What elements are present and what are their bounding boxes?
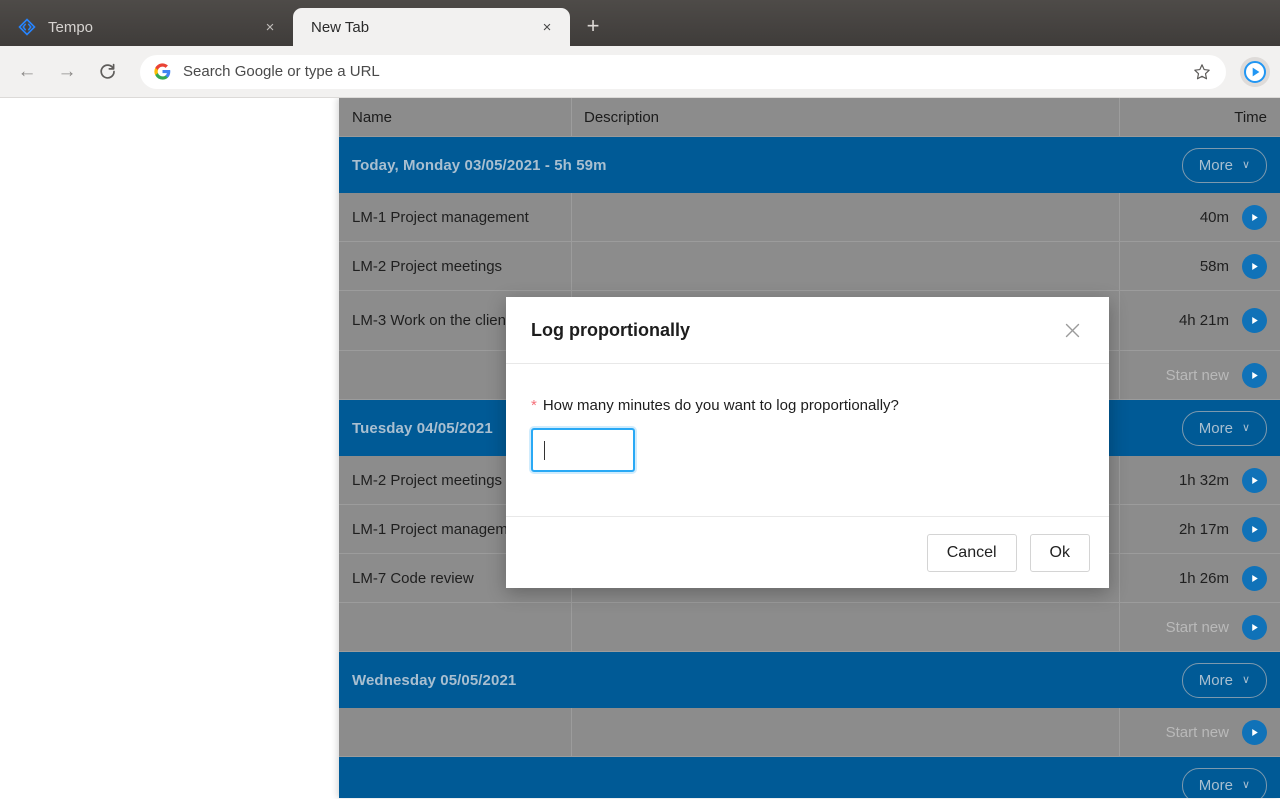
more-button-wednesday[interactable]: More ∨ [1181, 662, 1267, 698]
table-header-row: Name Description Time [339, 98, 1280, 137]
play-icon[interactable] [1242, 308, 1267, 333]
more-button-label: More [1198, 776, 1233, 794]
close-x-icon[interactable] [1060, 318, 1084, 342]
browser-tab-new-tab[interactable]: New Tab × [293, 8, 570, 46]
text-caret [544, 440, 545, 460]
entry-description-empty [572, 708, 1120, 756]
address-bar-placeholder: Search Google or type a URL [183, 63, 380, 80]
play-icon[interactable] [1242, 253, 1267, 279]
entry-name: LM-2 Project meetings [339, 242, 572, 290]
dialog-body: * How many minutes do you want to log pr… [506, 364, 1109, 516]
dialog-footer: Cancel Ok [506, 516, 1109, 588]
table-row[interactable]: LM-1 Project management 40m [339, 193, 1280, 242]
column-header-name: Name [339, 98, 572, 136]
back-icon[interactable]: ← [10, 55, 44, 89]
tab-close-icon[interactable]: × [536, 16, 558, 38]
chevron-down-icon: ∨ [1241, 158, 1250, 171]
entry-time: 40m [1199, 208, 1229, 226]
star-outline-icon[interactable] [1192, 63, 1212, 81]
more-button-label: More [1198, 156, 1233, 174]
more-button-label: More [1198, 671, 1233, 689]
entry-time: 1h 26m [1178, 569, 1229, 587]
tab-title: New Tab [311, 18, 370, 36]
entry-time: 2h 17m [1178, 520, 1229, 538]
more-button-next[interactable]: More ∨ [1181, 767, 1267, 798]
entry-name: LM-1 Project management [339, 193, 572, 241]
log-proportionally-dialog: Log proportionally * How many minutes do… [506, 297, 1109, 588]
day-title: Tuesday 04/05/2021 [352, 419, 493, 437]
required-asterisk: * [531, 397, 537, 414]
play-icon[interactable] [1242, 467, 1267, 493]
minutes-field-label: * How many minutes do you want to log pr… [531, 397, 1084, 414]
table-row[interactable]: LM-2 Project meetings 58m [339, 242, 1280, 291]
chevron-down-icon: ∨ [1241, 421, 1250, 434]
play-icon[interactable] [1242, 565, 1267, 591]
new-tab-button[interactable]: + [578, 11, 608, 41]
reload-icon[interactable] [90, 55, 124, 89]
entry-description-empty [572, 603, 1120, 651]
tab-strip: Tempo × New Tab × + [0, 0, 1280, 46]
entry-name-empty [339, 708, 572, 756]
minutes-question-text: How many minutes do you want to log prop… [542, 397, 899, 414]
day-header-wednesday: Wednesday 05/05/2021 More ∨ [339, 652, 1280, 708]
entry-time-cell: 1h 32m [1120, 456, 1280, 504]
google-g-icon [154, 63, 171, 80]
tab-title: Tempo [48, 18, 94, 36]
column-header-description: Description [572, 98, 1120, 136]
chevron-down-icon: ∨ [1241, 778, 1250, 791]
entry-time-cell: Start new [1120, 351, 1280, 399]
play-icon[interactable] [1242, 362, 1267, 388]
day-header-monday: Today, Monday 03/05/2021 - 5h 59m More ∨ [339, 137, 1280, 193]
column-header-time: Time [1234, 108, 1267, 126]
entry-time: 58m [1199, 257, 1229, 275]
chevron-down-icon: ∨ [1241, 673, 1250, 686]
entry-time-cell: 1h 26m [1120, 554, 1280, 602]
day-header-next-partial: More ∨ [339, 757, 1280, 798]
entry-time-cell: Start new [1120, 603, 1280, 651]
start-new-row[interactable]: Start new [339, 603, 1280, 652]
code-diamond-icon [18, 18, 36, 36]
tab-close-icon[interactable]: × [259, 16, 281, 38]
entry-description [572, 193, 1120, 241]
entry-time-cell: 4h 21m [1120, 291, 1280, 350]
entry-time: 4h 21m [1178, 312, 1229, 329]
entry-time-cell: 2h 17m [1120, 505, 1280, 553]
minutes-input[interactable] [531, 428, 635, 472]
entry-time-cell: 40m [1120, 193, 1280, 241]
start-new-row[interactable]: Start new [339, 708, 1280, 757]
start-new-label: Start new [1165, 618, 1229, 636]
day-title: Wednesday 05/05/2021 [352, 671, 517, 689]
start-new-label: Start new [1165, 723, 1229, 741]
browser-tab-tempo[interactable]: Tempo × [0, 8, 293, 46]
day-title: Today, Monday 03/05/2021 - 5h 59m [352, 156, 607, 174]
dialog-title: Log proportionally [531, 319, 690, 340]
browser-chrome: Tempo × New Tab × + ← → Search Google or… [0, 0, 1280, 98]
start-new-label: Start new [1165, 366, 1229, 384]
address-bar[interactable]: Search Google or type a URL [140, 54, 1226, 89]
entry-time-cell: 58m [1120, 242, 1280, 290]
dialog-header: Log proportionally [506, 297, 1109, 364]
entry-description [572, 242, 1120, 290]
play-icon[interactable] [1242, 204, 1267, 230]
more-button-monday[interactable]: More ∨ [1181, 147, 1267, 183]
entry-name-empty [339, 603, 572, 651]
more-button-tuesday[interactable]: More ∨ [1181, 410, 1267, 446]
entry-time-cell: Start new [1120, 708, 1280, 756]
play-icon[interactable] [1242, 719, 1267, 745]
play-circle-extension-icon[interactable] [1240, 56, 1270, 87]
forward-icon[interactable]: → [50, 55, 84, 89]
play-icon[interactable] [1242, 614, 1267, 640]
more-button-label: More [1198, 419, 1233, 437]
entry-time: 1h 32m [1178, 471, 1229, 489]
page-content: Name Description Time Today, Monday 03/0… [0, 98, 1280, 799]
browser-toolbar: ← → Search Google or type a URL [0, 46, 1280, 98]
play-icon[interactable] [1242, 516, 1267, 542]
ok-button[interactable]: Ok [1029, 533, 1090, 572]
cancel-button[interactable]: Cancel [926, 533, 1017, 572]
